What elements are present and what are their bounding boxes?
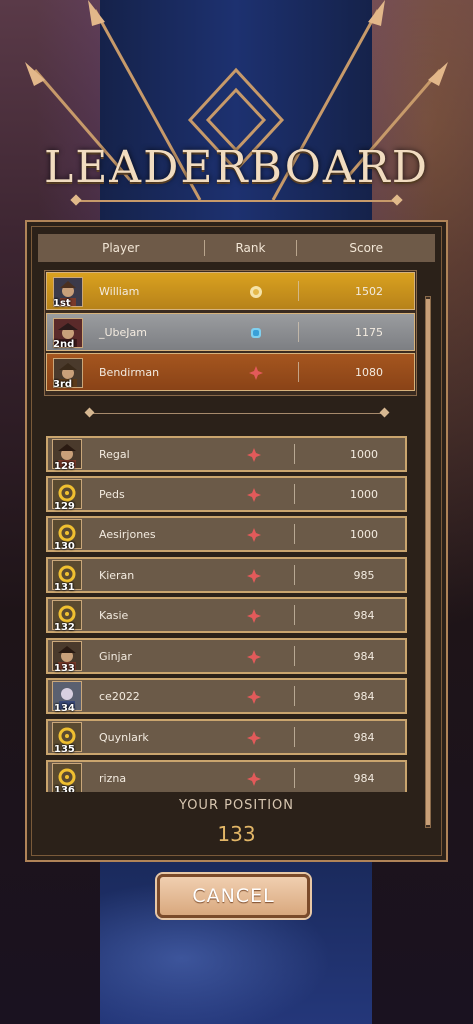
column-divider — [294, 605, 295, 625]
red-star-icon — [247, 772, 261, 786]
your-position-value: 133 — [217, 822, 256, 846]
table-row[interactable]: 132 Kasie 984 — [46, 597, 407, 633]
player-name: William — [99, 284, 140, 298]
score-value: 984 — [353, 689, 375, 703]
red-star-icon — [247, 488, 261, 502]
player-name: Quynlark — [99, 730, 149, 744]
column-divider — [294, 444, 295, 464]
position-label: 1st — [53, 298, 71, 309]
column-divider — [298, 281, 299, 301]
column-divider — [298, 322, 299, 342]
position-label: 130 — [54, 541, 75, 552]
player-name: Bendirman — [99, 365, 160, 379]
table-row[interactable]: 134 ce2022 984 — [46, 678, 407, 714]
position-label: 136 — [54, 785, 75, 792]
table-row[interactable]: 136 rizna 984 — [46, 760, 407, 792]
table-row[interactable]: 131 Kieran 985 — [46, 557, 407, 593]
sun-medal-icon — [250, 286, 262, 298]
position-label: 134 — [54, 703, 75, 714]
red-star-icon — [247, 609, 261, 623]
score-value: 1000 — [350, 487, 378, 501]
red-star-icon — [247, 448, 261, 462]
score-value: 984 — [353, 730, 375, 744]
table-row[interactable]: 128 Regal 1000 — [46, 436, 407, 472]
player-name: Kieran — [99, 568, 135, 582]
score-value: 1080 — [355, 365, 383, 379]
score-value: 984 — [353, 771, 375, 785]
title-underline — [76, 200, 397, 202]
player-name: Regal — [99, 447, 130, 461]
score-value: 1000 — [350, 527, 378, 541]
table-row[interactable]: 129 Peds 1000 — [46, 476, 407, 512]
position-label: 132 — [54, 622, 75, 633]
table-row-top-3[interactable]: 3rd Bendirman 1080 — [46, 353, 415, 391]
leaderboard-list[interactable]: 128 Regal 1000 129 Peds 1000 130 Aesirjo… — [44, 436, 409, 792]
score-value: 1502 — [355, 284, 383, 298]
player-name: _UbeJam — [99, 325, 148, 339]
column-divider — [294, 565, 295, 585]
position-label: 129 — [54, 501, 75, 512]
score-value: 985 — [353, 568, 375, 582]
red-star-icon — [249, 366, 263, 380]
score-value: 984 — [353, 608, 375, 622]
player-name: Kasie — [99, 608, 129, 622]
scroll-thumb[interactable] — [426, 299, 430, 825]
table-row[interactable]: 135 Quynlark 984 — [46, 719, 407, 755]
position-label: 3rd — [53, 379, 73, 390]
position-label: 133 — [54, 663, 75, 674]
position-label: 131 — [54, 582, 75, 593]
blue-gem-icon — [251, 328, 261, 338]
position-label: 135 — [54, 744, 75, 755]
page-title: LEADERBOARD — [43, 142, 430, 193]
table-header: Player Rank Score — [38, 234, 435, 262]
table-row-top-2[interactable]: 2nd _UbeJam 1175 — [46, 313, 415, 351]
cancel-button[interactable]: CANCEL — [157, 874, 310, 918]
player-name: Ginjar — [99, 649, 132, 663]
column-divider — [294, 768, 295, 788]
column-divider — [294, 524, 295, 544]
column-divider — [294, 646, 295, 666]
column-divider — [294, 484, 295, 504]
score-value: 1000 — [350, 447, 378, 461]
player-name: Aesirjones — [99, 527, 156, 541]
red-star-icon — [247, 731, 261, 745]
player-name: Peds — [99, 487, 125, 501]
red-star-icon — [247, 650, 261, 664]
column-divider — [298, 362, 299, 382]
player-name: ce2022 — [99, 689, 140, 703]
score-value: 984 — [353, 649, 375, 663]
score-value: 1175 — [355, 325, 383, 339]
header-rank: Rank — [235, 241, 266, 255]
red-star-icon — [247, 690, 261, 704]
column-divider — [294, 727, 295, 747]
position-label: 2nd — [53, 339, 75, 350]
table-row-top-1[interactable]: 1st William 1502 — [46, 272, 415, 310]
scrollbar[interactable] — [425, 296, 431, 828]
player-name: rizna — [99, 771, 127, 785]
column-divider — [294, 686, 295, 706]
red-star-icon — [247, 528, 261, 542]
table-row[interactable]: 133 Ginjar 984 — [46, 638, 407, 674]
header-player: Player — [102, 241, 140, 255]
position-label: 128 — [54, 461, 75, 472]
section-divider — [90, 413, 384, 414]
table-row[interactable]: 130 Aesirjones 1000 — [46, 516, 407, 552]
header-score: Score — [349, 241, 383, 255]
red-star-icon — [247, 569, 261, 583]
your-position-label: YOUR POSITION — [178, 798, 295, 813]
